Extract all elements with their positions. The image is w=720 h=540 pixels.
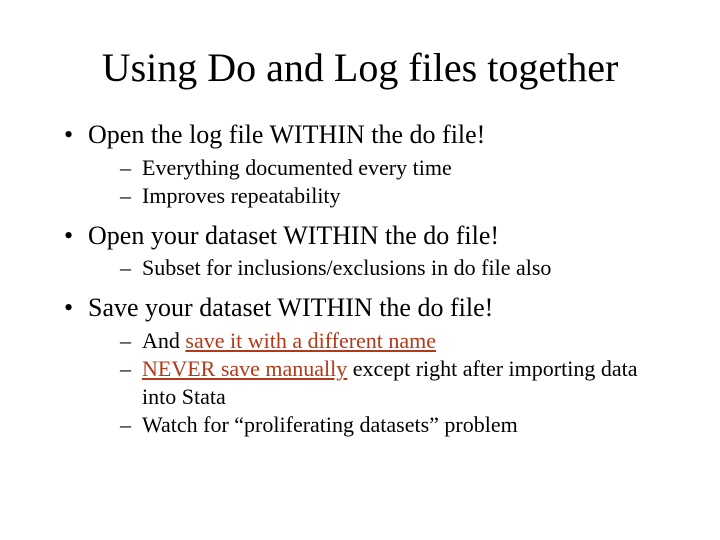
slide: Using Do and Log files together Open the… [0, 0, 720, 540]
bullet-3-sub-1: And save it with a different name [88, 327, 660, 355]
bullet-3-sub-3: Watch for “proliferating datasets” probl… [88, 411, 660, 439]
bullet-3-sub-2-a: NEVER save manually [142, 356, 347, 381]
bullet-3-sub-1-a: And [142, 328, 185, 353]
bullet-3-sub-2: NEVER save manually except right after i… [88, 355, 660, 411]
bullet-1: Open the log file WITHIN the do file! Ev… [60, 119, 660, 210]
bullet-3-sublist: And save it with a different name NEVER … [88, 327, 660, 440]
bullet-3: Save your dataset WITHIN the do file! An… [60, 292, 660, 439]
bullet-list: Open the log file WITHIN the do file! Ev… [60, 119, 660, 440]
bullet-2-sub-1: Subset for inclusions/exclusions in do f… [88, 254, 660, 282]
bullet-2: Open your dataset WITHIN the do file! Su… [60, 220, 660, 283]
bullet-1-sub-2: Improves repeatability [88, 182, 660, 210]
bullet-3-sub-1-b: save it with a different name [185, 328, 436, 353]
bullet-1-text: Open the log file WITHIN the do file! [88, 120, 485, 149]
bullet-1-sublist: Everything documented every time Improve… [88, 154, 660, 210]
bullet-3-text: Save your dataset WITHIN the do file! [88, 293, 493, 322]
bullet-2-sublist: Subset for inclusions/exclusions in do f… [88, 254, 660, 282]
bullet-1-sub-1: Everything documented every time [88, 154, 660, 182]
bullet-2-text: Open your dataset WITHIN the do file! [88, 221, 499, 250]
slide-title: Using Do and Log files together [60, 44, 660, 91]
